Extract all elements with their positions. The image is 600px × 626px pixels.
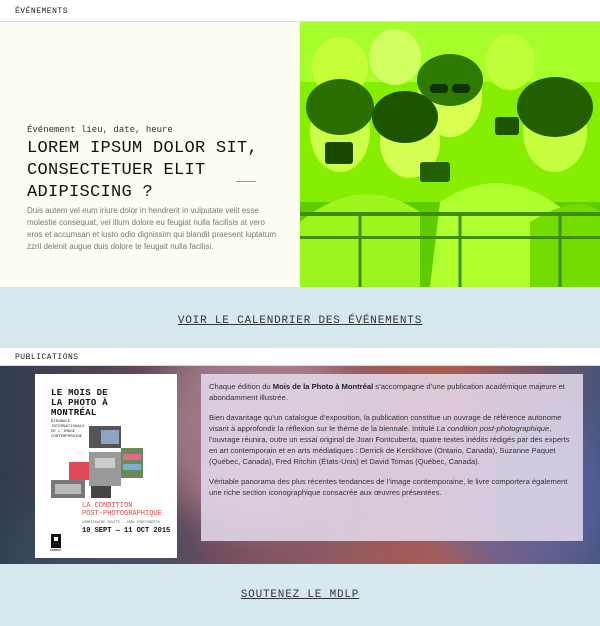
- book-theme: LA CONDITION POST-PHOTOGRAPHIQUE: [82, 502, 162, 518]
- support-band: SOUTENEZ LE MDLP: [0, 564, 600, 626]
- publication-description: Chaque édition du Mois de la Photo à Mon…: [201, 374, 583, 541]
- calendar-band: VOIR LE CALENDRIER DES ÉVÉNEMENTS: [0, 287, 600, 348]
- calendar-link[interactable]: VOIR LE CALENDRIER DES ÉVÉNEMENTS: [178, 315, 422, 327]
- para1-prefix: Chaque édition du: [209, 382, 273, 391]
- event-photo[interactable]: [300, 22, 600, 287]
- book-cover-artwork: [51, 426, 143, 498]
- publications-hero: LE MOIS DE LA PHOTO À MONTRÉAL BIENNALE …: [0, 366, 600, 564]
- event-description: Duis autem vel eum iriure dolor in hendr…: [27, 206, 277, 251]
- para1-bold: Mois de la Photo à Montréal: [272, 382, 374, 391]
- book-credit: COMMISSAIRE INVITÉ : JOAN FONTCUBERTA: [82, 521, 160, 525]
- book-theme-line: POST-PHOTOGRAPHIQUE: [82, 510, 162, 518]
- book-cover[interactable]: LE MOIS DE LA PHOTO À MONTRÉAL BIENNALE …: [35, 374, 177, 558]
- publisher-logo-icon: [51, 534, 61, 548]
- support-link[interactable]: SOUTENEZ LE MDLP: [241, 589, 359, 601]
- event-hero: Événement lieu, date, heure LOREM IPSUM …: [0, 22, 600, 287]
- publication-para-1: Chaque édition du Mois de la Photo à Mon…: [209, 381, 575, 403]
- publication-para-3: Véritable panorama des plus récentes ten…: [209, 477, 568, 497]
- book-dates: 10 SEPT — 11 OCT 2015: [82, 527, 171, 535]
- event-title[interactable]: LOREM IPSUM DOLOR SIT, CONSECTETUER ELIT…: [27, 138, 277, 204]
- publisher-name: KERBER: [50, 549, 61, 552]
- book-title-line: LA PHOTO À: [51, 398, 109, 408]
- para2-italic: La condition post-photographique: [436, 424, 550, 433]
- crowd-photo-image: [300, 22, 600, 287]
- book-theme-line: LA CONDITION: [82, 502, 133, 510]
- section-label-publications: PUBLICATIONS: [0, 348, 600, 366]
- book-title-line: MONTRÉAL: [51, 408, 97, 418]
- event-text-panel: Événement lieu, date, heure LOREM IPSUM …: [0, 22, 300, 287]
- book-title-line: LE MOIS DE: [51, 388, 109, 398]
- publication-para-2: Bien davantage qu’un catalogue d’exposit…: [209, 412, 575, 467]
- event-meta: Événement lieu, date, heure: [27, 125, 173, 135]
- title-divider: [236, 181, 256, 182]
- section-label-events: ÉVÉNEMENTS: [0, 0, 600, 22]
